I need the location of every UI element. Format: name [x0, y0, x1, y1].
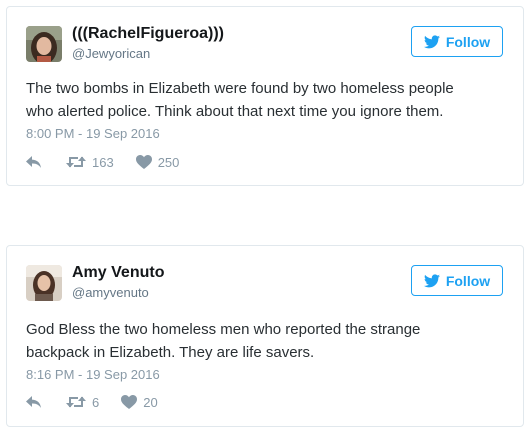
avatar-photo-icon [26, 265, 62, 301]
twitter-bird-icon [423, 273, 440, 287]
reply-arrow-icon [26, 156, 41, 168]
user-handle[interactable]: @Jewyorican [72, 46, 150, 61]
like-count: 250 [157, 154, 180, 170]
tweet-text: God Bless the two homeless men who repor… [26, 318, 509, 364]
twitter-bird-icon [423, 34, 440, 48]
timestamp[interactable]: 8:16 PM - 19 Sep 2016 [26, 367, 160, 382]
display-name[interactable]: Amy Venuto [72, 264, 164, 282]
reply-button[interactable] [26, 395, 42, 409]
follow-button[interactable]: Follow [411, 265, 503, 296]
like-button[interactable]: 250 [135, 154, 180, 170]
follow-label: Follow [445, 272, 491, 289]
tweet-text-line: God Bless the two homeless men who repor… [26, 321, 421, 338]
tweet-actions: 163 250 [26, 153, 179, 171]
retweet-button[interactable]: 163 [66, 155, 114, 170]
user-handle[interactable]: @amyvenuto [72, 285, 149, 300]
heart-icon [121, 395, 138, 409]
tweet-card: Amy Venuto @amyvenuto Follow God Bless t… [6, 245, 524, 427]
retweet-button[interactable]: 6 [66, 395, 99, 410]
heart-icon [135, 155, 152, 169]
display-name[interactable]: (((RachelFigueroa))) [72, 25, 224, 43]
avatar-photo-icon [26, 26, 62, 62]
tweet-card: (((RachelFigueroa))) @Jewyorican Follow … [6, 6, 524, 186]
follow-button[interactable]: Follow [411, 26, 503, 57]
like-count: 20 [143, 394, 158, 410]
like-button[interactable]: 20 [121, 394, 158, 410]
retweet-icon [66, 396, 86, 408]
tweet-text-line: backpack in Elizabeth. They are life sav… [26, 344, 315, 361]
retweet-icon [66, 156, 86, 168]
follow-label: Follow [445, 33, 491, 50]
tweet-text-line: who alerted police. Think about that nex… [26, 103, 444, 120]
tweet-text-line: The two bombs in Elizabeth were found by… [26, 80, 454, 97]
avatar[interactable] [26, 265, 62, 301]
avatar[interactable] [26, 26, 62, 62]
retweet-count: 6 [92, 394, 100, 410]
reply-arrow-icon [26, 396, 41, 408]
tweet-actions: 6 20 [26, 393, 158, 411]
reply-button[interactable] [26, 155, 42, 169]
retweet-count: 163 [92, 154, 114, 170]
tweet-text: The two bombs in Elizabeth were found by… [26, 77, 509, 123]
timestamp[interactable]: 8:00 PM - 19 Sep 2016 [26, 126, 160, 141]
